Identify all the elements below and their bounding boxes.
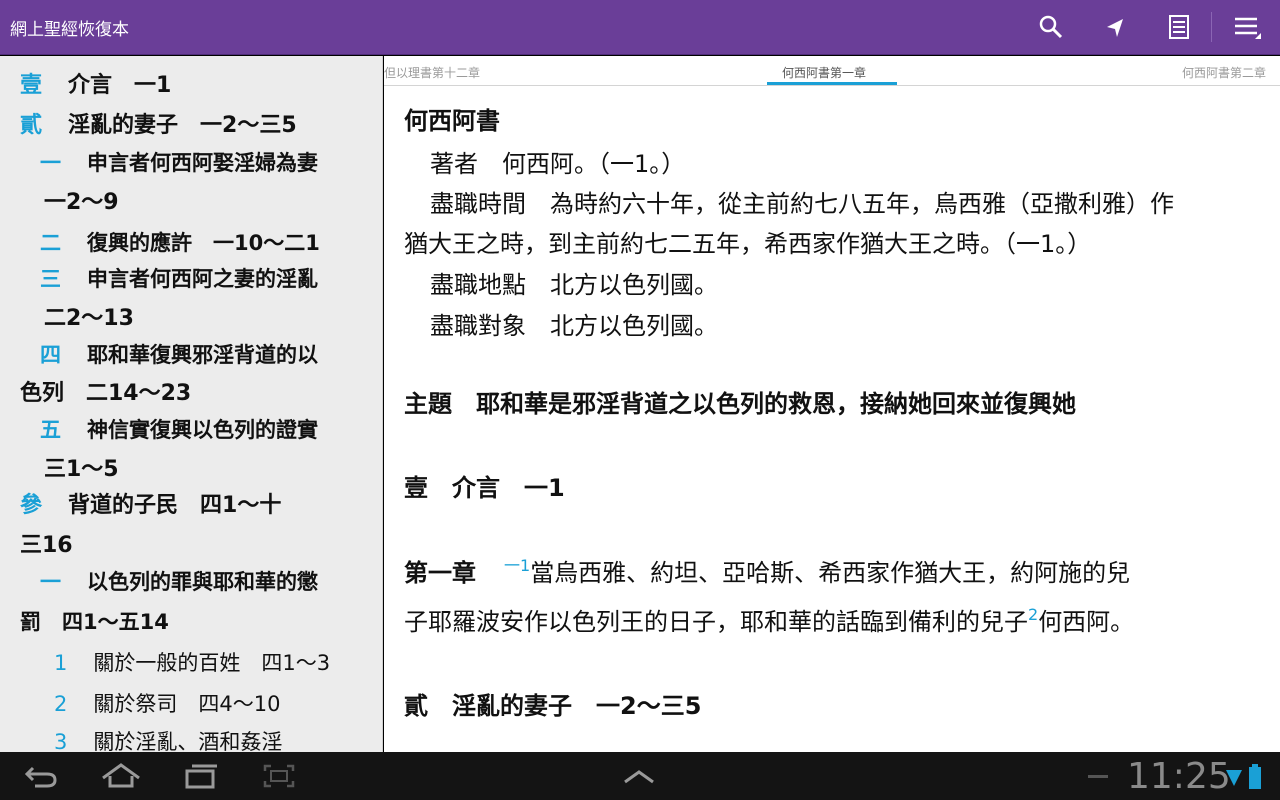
toc-marker: 1 bbox=[54, 651, 68, 675]
toc-text: 神信實復興以色列的證實 bbox=[87, 418, 318, 442]
section-heading-1: 壹 介言 一1 bbox=[404, 474, 565, 502]
up-chevron-icon[interactable] bbox=[604, 752, 674, 800]
screenshot-icon[interactable] bbox=[244, 752, 314, 800]
toc-text: 以色列的罪與耶和華的懲 bbox=[87, 570, 318, 594]
verse-text-end: 何西阿。 bbox=[1038, 608, 1135, 636]
toc-item-cont[interactable]: 三1～5 bbox=[44, 456, 119, 484]
toc-item[interactable]: 壹介言 一1 bbox=[20, 72, 171, 100]
toc-item[interactable]: 參背道的子民 四1～十 bbox=[20, 492, 281, 520]
time-line-1: 盡職時間 為時約六十年，從主前約七八五年，烏西雅（亞撒利雅）作 bbox=[430, 190, 1174, 218]
recent-apps-icon[interactable] bbox=[166, 752, 236, 800]
toc-item-cont[interactable]: 三16 bbox=[20, 532, 73, 560]
tab-indicator bbox=[767, 82, 897, 85]
home-icon[interactable] bbox=[86, 752, 156, 800]
toc-text: 罰 四1～五14 bbox=[20, 610, 169, 634]
toc-item-cont[interactable]: 色列 二14～23 bbox=[20, 380, 191, 408]
toc-marker: 三 bbox=[40, 267, 61, 291]
app-title: 網上聖經恢復本 bbox=[10, 19, 129, 40]
toc-marker: 一 bbox=[40, 151, 61, 175]
toc-marker: 參 bbox=[20, 493, 43, 518]
book-title: 何西阿書 bbox=[404, 107, 500, 135]
toc-item[interactable]: 一 申言者何西阿娶淫婦為妻 bbox=[40, 149, 318, 177]
section-heading-2: 貳 淫亂的妻子 一2～三5 bbox=[404, 692, 702, 720]
verse-number[interactable]: 一1 bbox=[504, 556, 530, 575]
back-icon[interactable] bbox=[6, 752, 76, 800]
toc-text: 關於淫亂、酒和姦淫 bbox=[93, 730, 283, 752]
toc-text: 介言 一1 bbox=[68, 73, 172, 98]
toc-marker: 壹 bbox=[20, 73, 43, 98]
action-bar-divider bbox=[1211, 12, 1212, 42]
menu-icon[interactable] bbox=[1216, 0, 1280, 55]
toc-marker: 貳 bbox=[20, 113, 43, 138]
toc-text: 關於祭司 四4～10 bbox=[93, 692, 281, 716]
tab-prev-chapter[interactable]: 但以理書第十二章 bbox=[384, 64, 480, 81]
tab-current-chapter[interactable]: 何西阿書第一章 bbox=[782, 64, 866, 81]
notes-icon[interactable] bbox=[1147, 0, 1211, 55]
notification-dash-icon[interactable] bbox=[1088, 775, 1108, 778]
toc-marker: 3 bbox=[54, 730, 68, 752]
verse-text: 子耶羅波安作以色列王的日子，耶和華的話臨到備利的兒子 bbox=[404, 608, 1028, 636]
toc-item[interactable]: 五 神信實復興以色列的證實 bbox=[40, 416, 318, 444]
place-line: 盡職地點 北方以色列國。 bbox=[430, 271, 718, 299]
theme-line: 主題 耶和華是邪淫背道之以色列的救恩，接納她回來並復興她 bbox=[404, 390, 1076, 418]
toc-item-cont[interactable]: 一2～9 bbox=[44, 189, 119, 217]
toc-text: 申言者何西阿娶淫婦為妻 bbox=[87, 151, 318, 175]
footnote-ref[interactable]: 2 bbox=[1028, 605, 1038, 624]
toc-text: 復興的應許 一10～二1 bbox=[87, 231, 320, 255]
chapter-tabs: 但以理書第十二章 何西阿書第一章 何西阿書第二章 bbox=[384, 56, 1280, 86]
toc-marker: 四 bbox=[40, 343, 61, 367]
toc-item[interactable]: 2 關於祭司 四4～10 bbox=[54, 690, 280, 718]
toc-marker: 一 bbox=[40, 570, 61, 594]
toc-text: 色列 二14～23 bbox=[20, 381, 192, 406]
target-line: 盡職對象 北方以色列國。 bbox=[430, 312, 718, 340]
toc-item[interactable]: 三 申言者何西阿之妻的淫亂 bbox=[40, 265, 318, 293]
share-icon[interactable] bbox=[1083, 0, 1147, 55]
chapter-label: 第一章 bbox=[404, 559, 476, 587]
toc-marker: 二 bbox=[40, 231, 61, 255]
system-nav-bar: 11:25 bbox=[0, 752, 1280, 800]
time-line-2: 猶大王之時，到主前約七二五年，希西家作猶大王之時。（一1。） bbox=[404, 230, 1092, 258]
action-bar: 網上聖經恢復本 bbox=[0, 0, 1280, 55]
toc-item[interactable]: 二 復興的應許 一10～二1 bbox=[40, 229, 320, 257]
clock[interactable]: 11:25 bbox=[1127, 756, 1231, 797]
tab-next-chapter[interactable]: 何西阿書第二章 bbox=[1182, 64, 1266, 81]
battery-icon bbox=[1249, 764, 1261, 794]
toc-item[interactable]: 一 以色列的罪與耶和華的懲 bbox=[40, 568, 318, 596]
toc-marker: 五 bbox=[40, 418, 61, 442]
toc-item[interactable]: 3 關於淫亂、酒和姦淫 bbox=[54, 728, 282, 752]
toc-text: 二2～13 bbox=[44, 306, 134, 331]
toc-text: 淫亂的妻子 一2～三5 bbox=[68, 113, 297, 138]
toc-text: 耶和華復興邪淫背道的以 bbox=[87, 343, 318, 367]
toc-item[interactable]: 1 關於一般的百姓 四1～3 bbox=[54, 649, 330, 677]
author-line: 著者 何西阿。（一1。） bbox=[430, 150, 686, 178]
toc-text: 三1～5 bbox=[44, 457, 119, 482]
toc-sidebar: 壹介言 一1 貳淫亂的妻子 一2～三5 一 申言者何西阿娶淫婦為妻 一2～9 二 復… bbox=[0, 56, 383, 752]
toc-item-cont[interactable]: 罰 四1～五14 bbox=[20, 608, 169, 636]
toc-item[interactable]: 四 耶和華復興邪淫背道的以 bbox=[40, 341, 318, 369]
toc-text: 背道的子民 四1～十 bbox=[68, 493, 282, 518]
toc-text: 申言者何西阿之妻的淫亂 bbox=[87, 267, 318, 291]
toc-item-cont[interactable]: 二2～13 bbox=[44, 305, 134, 333]
verse-line-2: 子耶羅波安作以色列王的日子，耶和華的話臨到備利的兒子2何西阿。 bbox=[404, 602, 1134, 637]
verse-text: 當烏西雅、約坦、亞哈斯、希西家作猶大王，約阿施的兒 bbox=[530, 559, 1131, 587]
toc-text: 關於一般的百姓 四1～3 bbox=[93, 651, 331, 675]
toc-marker: 2 bbox=[54, 692, 68, 716]
reading-pane: 但以理書第十二章 何西阿書第一章 何西阿書第二章 何西阿書 著者 何西阿。（一1… bbox=[384, 56, 1280, 752]
search-icon[interactable] bbox=[1019, 0, 1083, 55]
toc-item[interactable]: 貳淫亂的妻子 一2～三5 bbox=[20, 112, 297, 140]
toc-text: 三16 bbox=[20, 533, 73, 558]
toc-text: 一2～9 bbox=[44, 190, 119, 215]
verse-line-1: 第一章 一1當烏西雅、約坦、亞哈斯、希西家作猶大王，約阿施的兒 bbox=[404, 553, 1130, 588]
wifi-icon bbox=[1226, 766, 1242, 792]
